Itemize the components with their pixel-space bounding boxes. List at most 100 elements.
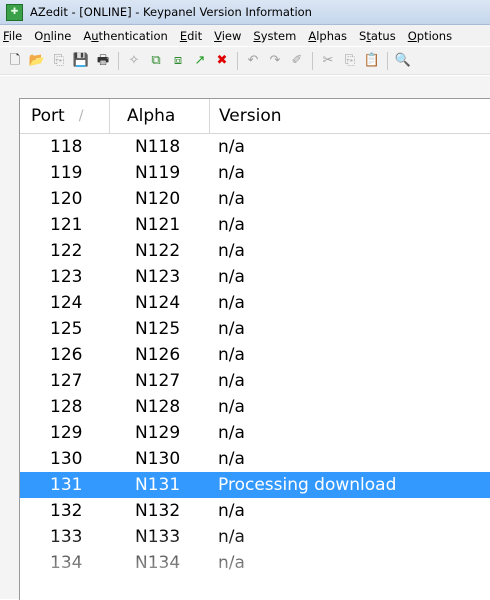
save-icon[interactable]: 💾 [72,52,90,70]
column-header-alpha[interactable]: Alpha [110,99,210,133]
table-row[interactable]: 130 N130 n/a [20,446,490,472]
column-header-version-label: Version [219,106,282,126]
table-row[interactable]: 120 N120 n/a [20,186,490,212]
menu-item-online[interactable]: Online [28,29,77,43]
column-header-port-label: Port [31,106,65,126]
menu-item-edit[interactable]: Edit [174,29,208,43]
menu-item-authentication[interactable]: Authentication [77,29,173,43]
cell-version: n/a [218,501,245,521]
menu-label-part: line [50,28,72,43]
arrow-green-icon[interactable]: ↗ [191,52,209,70]
menu-label-part: O [34,28,44,43]
paste-icon[interactable]: 📋 [363,52,381,70]
table-row[interactable]: 132 N132 n/a [20,498,490,524]
table-row[interactable]: 121 N121 n/a [20,212,490,238]
cell-alpha: N122 [135,241,181,261]
menu-label-part: S [253,28,261,43]
menu-label-part: iew [221,28,242,43]
cell-alpha: N134 [135,553,181,573]
cell-version: n/a [218,137,245,157]
menu-label-part: O [407,28,417,43]
table-row[interactable]: 119 N119 n/a [20,160,490,186]
cell-alpha: N126 [135,345,181,365]
cell-alpha: N131 [135,475,181,495]
toolbar-separator [387,51,388,70]
toolbar: 🗋 📂 ⎘ 💾 🖶 ✧ ⧉ ⧈ ↗ ✖ ↶ ↷ ✐ ✂ ⎘ 📋 🔍 [0,47,490,75]
cell-alpha: N132 [135,501,181,521]
cell-port: 125 [50,319,83,339]
sort-ascending-icon: / [78,108,84,124]
copy-green-icon[interactable]: ⧉ [147,52,165,70]
window-title: AZedit - [ONLINE] - Keypanel Version Inf… [30,5,312,19]
menu-bar: File Online Authentication Edit View System Al… [0,25,490,46]
column-header-version[interactable]: Version [210,99,490,133]
cell-version: n/a [218,267,245,287]
cell-port: 130 [50,449,83,469]
cell-port: 122 [50,241,83,261]
table-row[interactable]: 134 N134 n/a [20,550,490,576]
toolbar-separator [118,51,119,70]
menu-label-part: lphas [316,28,348,43]
search-icon[interactable]: 🔍 [394,52,412,70]
table-row[interactable]: 123 N123 n/a [20,264,490,290]
menu-label-part: V [214,28,222,43]
print-icon[interactable]: 🖶 [94,52,112,70]
cell-alpha: N129 [135,423,181,443]
menu-item-options[interactable]: Options [402,29,458,43]
cell-version: n/a [218,189,245,209]
copy-icon[interactable]: ⎘ [341,52,359,70]
column-header-port[interactable]: Port / [20,99,110,133]
menu-item-file[interactable]: File [0,29,28,43]
cell-version: n/a [218,319,245,339]
redo-icon[interactable]: ↷ [266,52,284,70]
menu-item-alphas[interactable]: Alphas [302,29,353,43]
cell-port: 123 [50,267,83,287]
cell-alpha: N133 [135,527,181,547]
table-row[interactable]: 125 N125 n/a [20,316,490,342]
menu-item-system[interactable]: System [247,29,302,43]
cell-port: 131 [50,475,83,495]
table-row[interactable]: 126 N126 n/a [20,342,490,368]
cell-port: 133 [50,527,83,547]
table-row[interactable]: 133 N133 n/a [20,524,490,550]
menu-label-part: ile [8,28,23,43]
app-icon: ✚ [6,3,23,21]
cell-port: 126 [50,345,83,365]
cell-alpha: N118 [135,137,181,157]
table-row-selected[interactable]: 131 N131 Processing download [20,472,490,498]
copy-file-icon[interactable]: ⎘ [50,52,68,70]
wand-icon[interactable]: ✧ [125,52,143,70]
cell-port: 120 [50,189,83,209]
menu-item-status[interactable]: Status [353,29,402,43]
menu-item-view[interactable]: View [208,29,247,43]
table-row[interactable]: 127 N127 n/a [20,368,490,394]
undo-icon[interactable]: ↶ [244,52,262,70]
eraser-icon[interactable]: ✐ [288,52,306,70]
new-file-icon[interactable]: 🗋 [6,52,24,70]
menu-label-part: E [179,28,188,43]
cell-alpha: N127 [135,371,181,391]
cell-port: 127 [50,371,83,391]
delete-icon[interactable]: ✖ [213,52,231,70]
menu-label-part: atus [370,28,396,43]
cell-version: n/a [218,423,245,443]
keypanel-version-list[interactable]: Port / Alpha Version 118 N118 n/a 119 N119 n/… [19,98,490,600]
list-body: 118 N118 n/a 119 N119 n/a 120 N120 n/a 121 N121 n/a… [20,134,490,576]
cell-version: n/a [218,241,245,261]
list-header: Port / Alpha Version [20,99,490,134]
cell-port: 121 [50,215,83,235]
table-row[interactable]: 124 N124 n/a [20,290,490,316]
cell-alpha: N123 [135,267,181,287]
open-folder-icon[interactable]: 📂 [28,52,46,70]
menu-label-part: u [91,28,99,43]
cell-version: n/a [218,397,245,417]
cut-icon[interactable]: ✂ [319,52,337,70]
cell-port: 132 [50,501,83,521]
paste-green-icon[interactable]: ⧈ [169,52,187,70]
table-row[interactable]: 122 N122 n/a [20,238,490,264]
cell-alpha: N120 [135,189,181,209]
table-row[interactable]: 129 N129 n/a [20,420,490,446]
table-row[interactable]: 118 N118 n/a [20,134,490,160]
cell-alpha: N125 [135,319,181,339]
table-row[interactable]: 128 N128 n/a [20,394,490,420]
